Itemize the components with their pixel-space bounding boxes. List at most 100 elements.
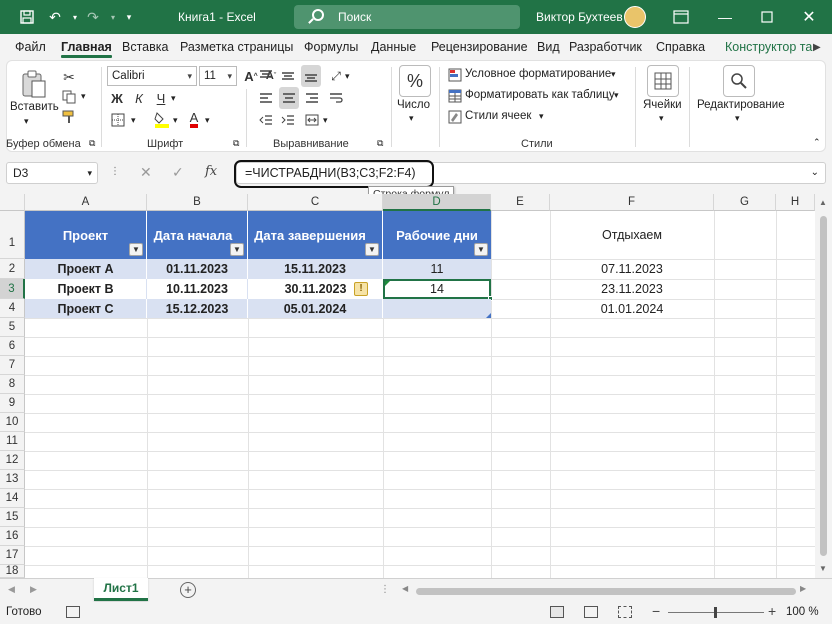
editing-dropdown-icon[interactable]: ▾ <box>735 113 740 124</box>
holidays-title[interactable]: Отдыхаем <box>550 224 714 246</box>
align-top-icon[interactable] <box>257 67 275 85</box>
row-header[interactable]: 5 <box>0 318 25 337</box>
horizontal-scroll-thumb[interactable] <box>416 588 796 595</box>
avatar[interactable] <box>624 6 646 28</box>
autosave-icon[interactable] <box>18 8 36 26</box>
tab-help[interactable]: Справка <box>656 40 705 54</box>
row-header[interactable]: 16 <box>0 527 25 546</box>
wrap-text-icon[interactable] <box>327 89 345 107</box>
fill-color-icon[interactable] <box>153 109 171 129</box>
search-box[interactable]: Поиск <box>294 5 520 29</box>
format-painter-icon[interactable] <box>61 109 77 125</box>
cells-icon[interactable] <box>647 65 679 97</box>
align-left-icon[interactable] <box>257 89 275 107</box>
tab-insert[interactable]: Вставка <box>122 40 168 54</box>
column-header[interactable]: B <box>147 194 248 211</box>
holiday-date[interactable]: 07.11.2023 <box>550 259 714 279</box>
filter-dropdown-icon[interactable]: ▼ <box>365 243 379 256</box>
column-header[interactable]: F <box>550 194 714 211</box>
row-header[interactable]: 15 <box>0 508 25 527</box>
filter-dropdown-icon[interactable]: ▼ <box>129 243 143 256</box>
format-as-table-dropdown-icon[interactable]: ▾ <box>614 90 619 101</box>
format-as-table-icon[interactable] <box>447 88 463 104</box>
table-cell[interactable]: Проект B <box>25 279 147 299</box>
cell-styles-dropdown-icon[interactable]: ▾ <box>539 111 544 122</box>
merge-dropdown-icon[interactable]: ▾ <box>323 115 328 126</box>
row-header[interactable]: 4 <box>0 299 25 318</box>
increase-indent-icon[interactable] <box>279 111 297 129</box>
align-bottom-icon[interactable] <box>301 65 321 87</box>
holiday-date[interactable]: 23.11.2023 <box>550 279 714 299</box>
column-header[interactable]: D <box>383 194 491 211</box>
selected-cell[interactable]: 14 <box>383 279 491 299</box>
table-cell[interactable]: 15.12.2023 <box>147 299 248 318</box>
tabs-scroll-right-icon[interactable]: ▶ <box>813 42 821 53</box>
borders-icon[interactable] <box>109 111 127 129</box>
copy-dropdown-icon[interactable]: ▾ <box>81 91 86 102</box>
number-format-icon[interactable]: % <box>399 65 431 97</box>
scroll-down-icon[interactable]: ▼ <box>819 564 827 573</box>
row-header[interactable]: 18 <box>0 565 25 578</box>
table-header-cell[interactable]: Проект ▼ <box>25 211 147 259</box>
zoom-in-icon[interactable]: + <box>768 603 776 619</box>
page-break-view-icon[interactable] <box>618 606 632 618</box>
tab-data[interactable]: Данные <box>371 40 416 54</box>
undo-dropdown-icon[interactable]: ▾ <box>66 8 84 26</box>
row-header[interactable]: 13 <box>0 470 25 489</box>
copy-icon[interactable] <box>61 89 77 105</box>
filter-dropdown-icon[interactable]: ▼ <box>474 243 488 256</box>
table-cell[interactable] <box>383 299 491 318</box>
conditional-format-button[interactable]: Условное форматирование <box>465 68 611 80</box>
ribbon-display-icon[interactable] <box>672 8 690 26</box>
paste-dropdown-icon[interactable]: ▾ <box>24 116 29 127</box>
row-header[interactable]: 7 <box>0 356 25 375</box>
table-cell[interactable]: 11 <box>383 259 491 279</box>
filter-dropdown-icon[interactable]: ▼ <box>230 243 244 256</box>
insert-function-button[interactable]: fx <box>205 164 217 179</box>
underline-dropdown-icon[interactable]: ▾ <box>171 93 176 104</box>
cells-dropdown-icon[interactable]: ▾ <box>659 113 664 124</box>
row-header[interactable]: 6 <box>0 337 25 356</box>
find-search-icon[interactable] <box>723 65 755 97</box>
hscroll-right-icon[interactable]: ▶ <box>800 584 806 593</box>
font-name-select[interactable]: Calibri ▾ <box>107 66 197 86</box>
holiday-date[interactable]: 01.01.2024 <box>550 299 714 318</box>
tab-formulas[interactable]: Формулы <box>304 40 358 54</box>
editing-button[interactable]: Редактирование <box>697 99 785 111</box>
row-header[interactable]: 2 <box>0 259 25 279</box>
add-sheet-icon[interactable]: + <box>180 582 196 598</box>
table-cell[interactable]: 10.11.2023 <box>147 279 248 299</box>
table-cell[interactable]: 05.01.2024 <box>248 299 383 318</box>
undo-icon[interactable]: ↶ <box>46 8 64 26</box>
bold-button[interactable]: Ж <box>109 89 125 107</box>
maximize-icon[interactable] <box>758 8 776 26</box>
minimize-icon[interactable]: — <box>716 8 734 26</box>
column-header[interactable]: E <box>491 194 550 211</box>
tab-developer[interactable]: Разработчик <box>569 40 642 54</box>
font-launcher-icon[interactable]: ⧉ <box>233 138 239 149</box>
user-name[interactable]: Виктор Бухтеев <box>536 10 623 24</box>
vertical-scrollbar[interactable]: ▲ ▼ <box>815 194 832 578</box>
table-cell[interactable]: Проект C <box>25 299 147 318</box>
worksheet-grid[interactable]: A B C D E F G H 1 2 3 4 5 6 7 8 9 10 11 … <box>0 194 832 578</box>
row-header[interactable]: 14 <box>0 489 25 508</box>
underline-button[interactable]: Ч <box>153 89 169 107</box>
close-icon[interactable]: ✕ <box>800 8 818 26</box>
column-header[interactable]: C <box>248 194 383 211</box>
align-center-icon[interactable] <box>279 87 299 109</box>
number-dropdown-icon[interactable]: ▾ <box>409 113 414 124</box>
select-all-corner[interactable] <box>0 194 25 211</box>
italic-button[interactable]: К <box>131 89 147 107</box>
expand-formula-icon[interactable]: ⌄ <box>811 163 819 183</box>
table-cell[interactable]: 01.11.2023 <box>147 259 248 279</box>
row-header[interactable]: 1 <box>0 211 25 259</box>
tab-view[interactable]: Вид <box>537 40 560 54</box>
row-header[interactable]: 3 <box>0 279 25 299</box>
enter-icon[interactable]: ✓ <box>172 164 184 181</box>
paste-icon[interactable] <box>17 67 51 101</box>
cell-styles-button[interactable]: Стили ячеек <box>465 110 531 122</box>
row-header[interactable]: 8 <box>0 375 25 394</box>
table-cell[interactable]: 15.11.2023 <box>248 259 383 279</box>
conditional-format-icon[interactable] <box>447 67 463 83</box>
customize-toolbar-icon[interactable]: ▾ <box>120 8 138 26</box>
